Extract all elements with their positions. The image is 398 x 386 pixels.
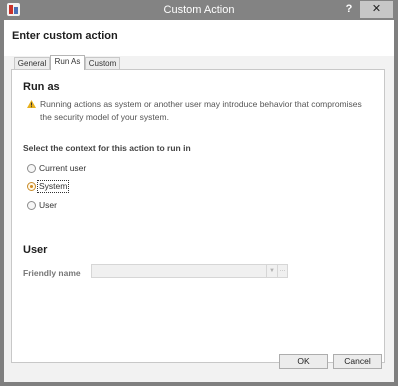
user-heading: User bbox=[23, 244, 48, 256]
ok-button[interactable]: OK bbox=[279, 354, 328, 369]
title-bar[interactable]: Custom Action ? ✕ bbox=[0, 0, 398, 20]
custom-action-window: Custom Action ? ✕ Enter custom action Ge… bbox=[0, 0, 398, 386]
radio-button[interactable] bbox=[27, 201, 36, 210]
cancel-button[interactable]: Cancel bbox=[333, 354, 382, 369]
close-button[interactable]: ✕ bbox=[360, 1, 393, 18]
tab-run-as[interactable]: Run As bbox=[50, 55, 85, 70]
friendly-name-dropdown-button[interactable]: ▼ bbox=[267, 264, 278, 278]
friendly-name-combobox[interactable] bbox=[91, 264, 267, 278]
radio-label: Current user bbox=[39, 163, 87, 173]
tab-general[interactable]: General bbox=[14, 57, 50, 69]
radio-button[interactable] bbox=[27, 164, 36, 173]
warning-text: Running actions as system or another use… bbox=[40, 99, 362, 122]
help-button[interactable]: ? bbox=[342, 2, 356, 16]
radio-label: User bbox=[39, 200, 57, 210]
tab-custom[interactable]: Custom bbox=[85, 57, 120, 69]
chevron-down-icon: ▼ bbox=[269, 268, 275, 274]
run-as-heading: Run as bbox=[23, 81, 60, 93]
friendly-name-browse-button[interactable]: ... bbox=[278, 264, 288, 278]
radio-label: System bbox=[36, 180, 70, 193]
friendly-name-label: Friendly name bbox=[23, 268, 81, 278]
header-band: Enter custom action bbox=[4, 20, 394, 56]
dialog-client-area: Enter custom action General Run As Custo… bbox=[4, 20, 394, 382]
run-as-panel: Run as Running actions as system or anot… bbox=[11, 69, 385, 363]
warning-triangle-icon bbox=[27, 100, 36, 108]
close-icon: ✕ bbox=[371, 3, 382, 15]
context-label: Select the context for this action to ru… bbox=[23, 143, 191, 153]
window-title: Custom Action bbox=[163, 4, 235, 16]
radio-button-selected[interactable] bbox=[27, 182, 36, 191]
page-title: Enter custom action bbox=[12, 30, 118, 42]
